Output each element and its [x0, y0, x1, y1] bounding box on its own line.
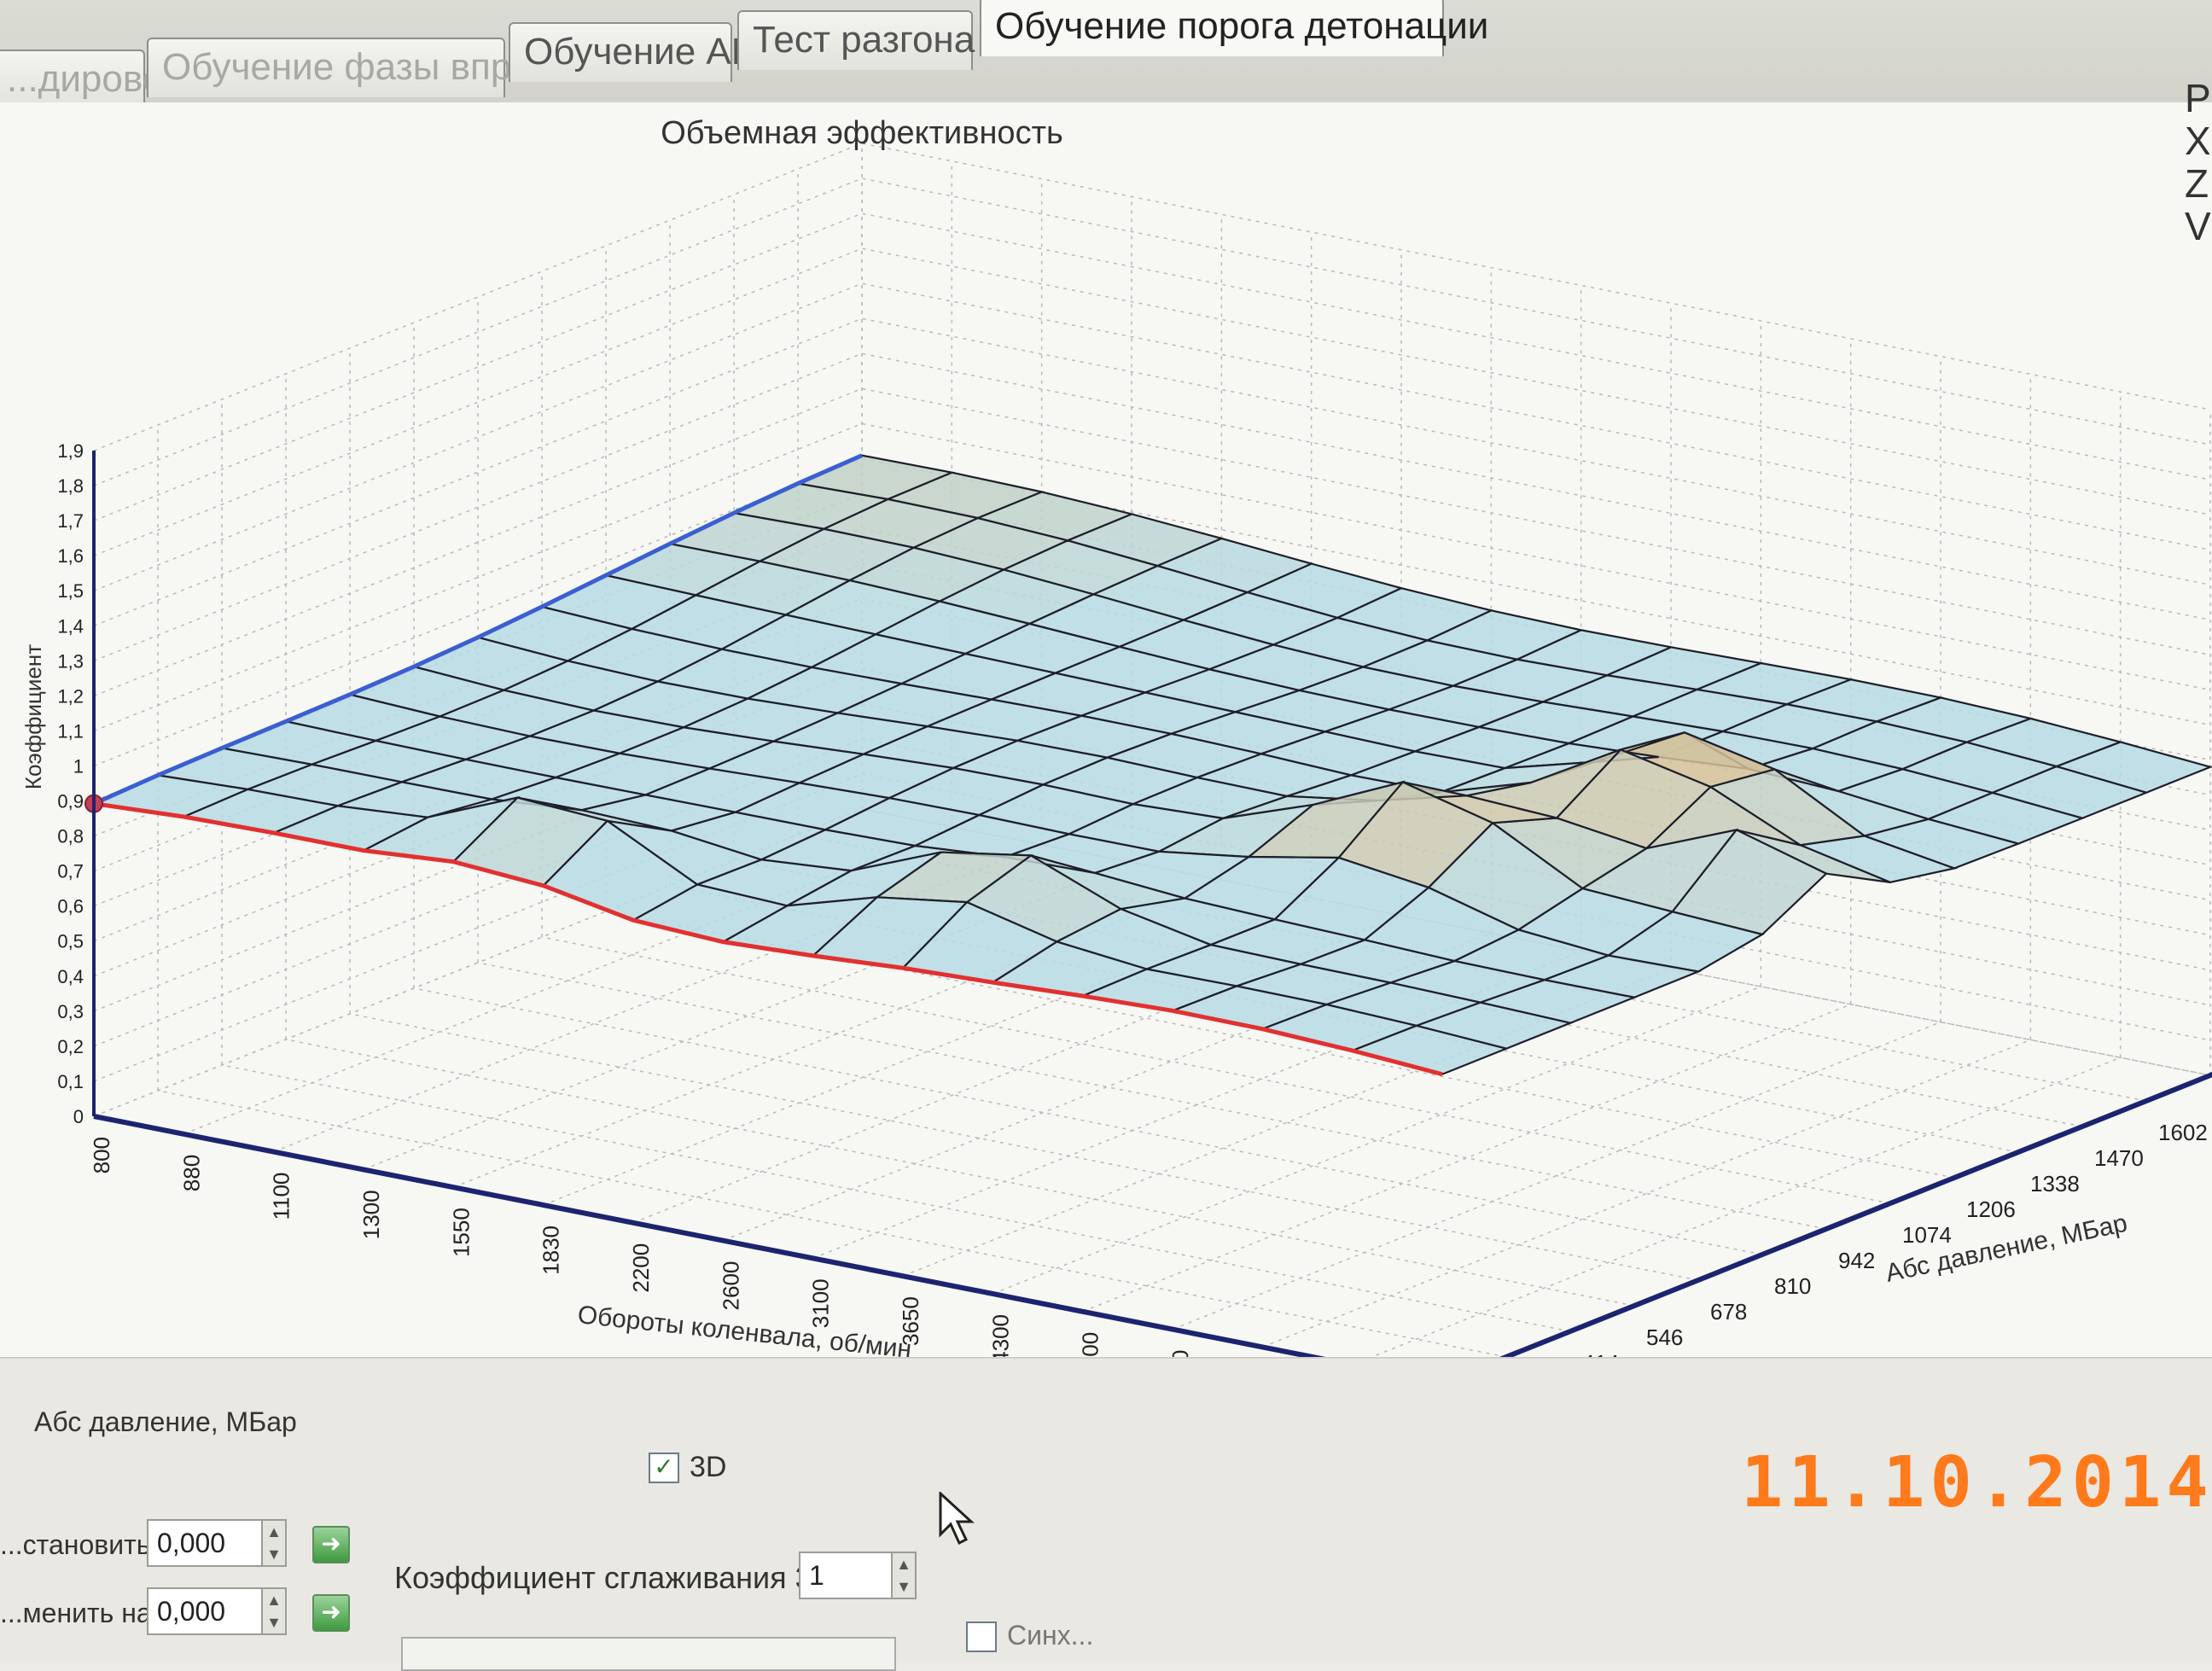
coefficient-tick-label: 1,8: [57, 475, 84, 497]
pressure-tick-label: 1470: [2094, 1145, 2144, 1171]
right-edge-letters: Р X Z V: [2185, 77, 2211, 247]
tab-calibrations[interactable]: ...дировок: [0, 49, 179, 109]
coefficient-tick-label: 0,5: [57, 931, 84, 952]
coefficient-tick-label: 1,1: [57, 720, 84, 742]
pressure-tick-label: 678: [1710, 1299, 1747, 1325]
tab-alf-learning[interactable]: Обучение ALF: [509, 22, 775, 82]
pressure-tick-label: 942: [1838, 1248, 1875, 1273]
gridline: [285, 1039, 1635, 1307]
tab-knock-threshold-learning[interactable]: Обучение порога детонации: [980, 0, 1488, 56]
rpm-tick-label: 2200: [628, 1243, 654, 1293]
coefficient-tick-label: 0,6: [57, 896, 84, 917]
bottom-field[interactable]: [401, 1637, 896, 1671]
rpm-tick-label: 1100: [269, 1173, 294, 1220]
rpm-tick-label: 880: [178, 1155, 204, 1191]
checkbox-3d[interactable]: ✓: [649, 1453, 679, 1483]
coefficient-tick-label: 0,8: [57, 826, 84, 847]
coefficient-tick-label: 1,3: [57, 650, 84, 672]
sync-label: Синх...: [1007, 1620, 1094, 1651]
coefficient-tick-label: 0,1: [57, 1071, 84, 1092]
pressure-tick-label: 1602: [2158, 1120, 2208, 1145]
right-letter: Z: [2185, 161, 2209, 206]
coefficient-tick-label: 1: [73, 755, 84, 777]
right-letter: V: [2185, 204, 2211, 248]
pressure-axis: [1441, 1071, 2212, 1383]
coefficient-tick-label: 1,7: [57, 510, 84, 532]
pressure-tick-label: 546: [1646, 1325, 1683, 1350]
coefficient-tick-label: 1,6: [57, 545, 84, 567]
chart-title: Объемная эффективность: [661, 115, 1063, 151]
gridline: [93, 213, 2211, 521]
chart-panel: 800 880 1100 1300 1550 1830 2200 2600 3100 3650 43…: [0, 102, 2212, 1383]
apply-change-button[interactable]: ➜: [312, 1594, 350, 1632]
right-letter: Р: [2185, 76, 2211, 120]
rpm-tick-label: 1300: [358, 1190, 384, 1239]
coefficient-tick-label: 1,2: [57, 685, 84, 707]
rpm-tick-label: 1550: [448, 1208, 474, 1257]
mouse-cursor-icon: [939, 1492, 975, 1546]
tab-injection-phase-learning[interactable]: Обучение фазы впрыска: [147, 38, 596, 97]
rpm-axis-title: Обороты коленвала, об/мин: [576, 1301, 912, 1364]
set-value-spinner[interactable]: ▲ ▼: [261, 1519, 287, 1567]
arrow-right-icon: ➜: [321, 1530, 341, 1557]
gridline: [413, 987, 1763, 1255]
change-value-label: ...менить на: [0, 1598, 152, 1628]
coefficient-tick-label: 0,2: [57, 1036, 84, 1057]
coefficient-tick-label: 1,9: [57, 440, 84, 462]
gridline: [93, 178, 2211, 486]
tab-acceleration-test[interactable]: Тест разгона: [737, 10, 975, 70]
pressure-tick-label: 1074: [1902, 1222, 1952, 1248]
apply-set-button[interactable]: ➜: [312, 1526, 350, 1563]
arrow-right-icon: ➜: [321, 1598, 341, 1625]
coefficient-tick-label: 0,9: [57, 791, 84, 812]
sync-checkbox[interactable]: [966, 1622, 997, 1652]
right-letter: X: [2185, 119, 2211, 163]
gridline: [221, 1064, 1571, 1332]
date-stamp: 11.10.2014: [1741, 1442, 2212, 1523]
pressure-tick-label: 1206: [1966, 1196, 2016, 1222]
coefficient-tick-label: 1,5: [57, 580, 84, 602]
set-value-input[interactable]: 0,000: [147, 1519, 266, 1567]
volumetric-efficiency-3d-chart: 800 880 1100 1300 1550 1830 2200 2600 3100 3650 43…: [20, 115, 2212, 1383]
coefficient-tick-label: 0: [73, 1106, 84, 1127]
rpm-tick-label: 3100: [808, 1278, 834, 1328]
smoothing-spinner[interactable]: ▲ ▼: [891, 1552, 917, 1599]
rpm-tick-label: 2600: [718, 1261, 743, 1311]
gridline: [93, 143, 2211, 451]
coefficient-tick-label: 0,3: [57, 1001, 84, 1022]
gridline: [93, 247, 2211, 556]
coefficient-tick-label: 0,4: [57, 966, 84, 987]
pressure-label: Абс давление, МБар: [34, 1406, 297, 1437]
rpm-tick-label: 800: [89, 1137, 114, 1173]
change-value-input[interactable]: 0,000: [147, 1587, 266, 1635]
pressure-tick-label: 810: [1774, 1273, 1811, 1299]
smoothing-input[interactable]: 1: [799, 1552, 893, 1599]
change-value-spinner[interactable]: ▲ ▼: [261, 1587, 287, 1635]
coefficient-tick-label: 0,7: [57, 861, 84, 882]
rpm-tick-label: 1830: [538, 1226, 564, 1275]
coefficient-tick-label: 1,4: [57, 615, 84, 637]
smoothing-label: Коэффициент сглаживания 3D: [394, 1560, 835, 1595]
coefficient-axis-title: Коэффициент: [20, 644, 46, 789]
pressure-tick-label: 1338: [2030, 1171, 2080, 1196]
tab-bar: ...дировок Обучение фазы впрыска Обучени…: [0, 0, 2212, 109]
checkbox-3d-label: 3D: [690, 1451, 727, 1483]
